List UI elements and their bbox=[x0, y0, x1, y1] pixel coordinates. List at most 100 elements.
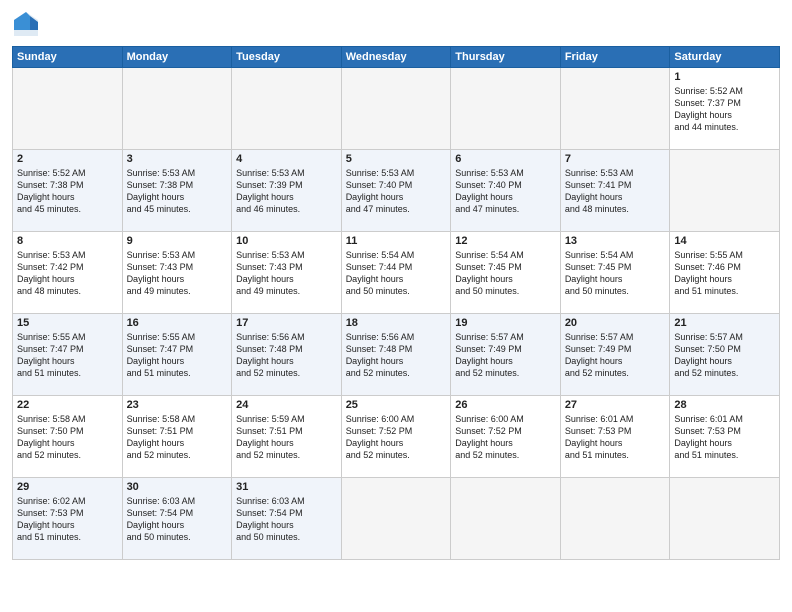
calendar-cell: 9 Sunrise: 5:53 AMSunset: 7:43 PMDayligh… bbox=[122, 232, 232, 314]
calendar-cell: 6 Sunrise: 5:53 AMSunset: 7:40 PMDayligh… bbox=[451, 150, 561, 232]
week-row: 8 Sunrise: 5:53 AMSunset: 7:42 PMDayligh… bbox=[13, 232, 780, 314]
calendar-cell: 4 Sunrise: 5:53 AMSunset: 7:39 PMDayligh… bbox=[232, 150, 342, 232]
day-info: Sunrise: 5:56 AMSunset: 7:48 PMDaylight … bbox=[346, 331, 447, 380]
logo-icon bbox=[12, 10, 40, 38]
col-header-saturday: Saturday bbox=[670, 47, 780, 68]
day-number: 2 bbox=[17, 153, 118, 165]
calendar-cell bbox=[122, 68, 232, 150]
day-info: Sunrise: 5:52 AMSunset: 7:37 PMDaylight … bbox=[674, 85, 775, 134]
day-info: Sunrise: 5:57 AMSunset: 7:49 PMDaylight … bbox=[455, 331, 556, 380]
day-number: 10 bbox=[236, 235, 337, 247]
day-number: 28 bbox=[674, 399, 775, 411]
day-number: 19 bbox=[455, 317, 556, 329]
header-row: SundayMondayTuesdayWednesdayThursdayFrid… bbox=[13, 47, 780, 68]
calendar-cell bbox=[670, 478, 780, 560]
calendar-cell: 25 Sunrise: 6:00 AMSunset: 7:52 PMDaylig… bbox=[341, 396, 451, 478]
calendar-cell bbox=[560, 478, 670, 560]
col-header-sunday: Sunday bbox=[13, 47, 123, 68]
day-info: Sunrise: 6:01 AMSunset: 7:53 PMDaylight … bbox=[674, 413, 775, 462]
calendar-cell: 14 Sunrise: 5:55 AMSunset: 7:46 PMDaylig… bbox=[670, 232, 780, 314]
day-info: Sunrise: 5:54 AMSunset: 7:45 PMDaylight … bbox=[565, 249, 666, 298]
day-info: Sunrise: 5:53 AMSunset: 7:39 PMDaylight … bbox=[236, 167, 337, 216]
col-header-thursday: Thursday bbox=[451, 47, 561, 68]
day-number: 24 bbox=[236, 399, 337, 411]
day-info: Sunrise: 5:53 AMSunset: 7:42 PMDaylight … bbox=[17, 249, 118, 298]
calendar-cell: 1 Sunrise: 5:52 AMSunset: 7:37 PMDayligh… bbox=[670, 68, 780, 150]
day-info: Sunrise: 6:00 AMSunset: 7:52 PMDaylight … bbox=[346, 413, 447, 462]
calendar-cell: 17 Sunrise: 5:56 AMSunset: 7:48 PMDaylig… bbox=[232, 314, 342, 396]
day-info: Sunrise: 5:58 AMSunset: 7:50 PMDaylight … bbox=[17, 413, 118, 462]
calendar-cell: 12 Sunrise: 5:54 AMSunset: 7:45 PMDaylig… bbox=[451, 232, 561, 314]
day-number: 4 bbox=[236, 153, 337, 165]
day-number: 1 bbox=[674, 71, 775, 83]
day-info: Sunrise: 5:52 AMSunset: 7:38 PMDaylight … bbox=[17, 167, 118, 216]
day-info: Sunrise: 5:57 AMSunset: 7:50 PMDaylight … bbox=[674, 331, 775, 380]
day-info: Sunrise: 6:03 AMSunset: 7:54 PMDaylight … bbox=[127, 495, 228, 544]
calendar-cell: 30 Sunrise: 6:03 AMSunset: 7:54 PMDaylig… bbox=[122, 478, 232, 560]
day-info: Sunrise: 5:53 AMSunset: 7:38 PMDaylight … bbox=[127, 167, 228, 216]
day-info: Sunrise: 5:53 AMSunset: 7:41 PMDaylight … bbox=[565, 167, 666, 216]
calendar-cell: 13 Sunrise: 5:54 AMSunset: 7:45 PMDaylig… bbox=[560, 232, 670, 314]
col-header-wednesday: Wednesday bbox=[341, 47, 451, 68]
col-header-friday: Friday bbox=[560, 47, 670, 68]
calendar-cell: 15 Sunrise: 5:55 AMSunset: 7:47 PMDaylig… bbox=[13, 314, 123, 396]
calendar-cell: 2 Sunrise: 5:52 AMSunset: 7:38 PMDayligh… bbox=[13, 150, 123, 232]
day-number: 30 bbox=[127, 481, 228, 493]
calendar-cell bbox=[341, 478, 451, 560]
day-info: Sunrise: 5:55 AMSunset: 7:46 PMDaylight … bbox=[674, 249, 775, 298]
day-number: 22 bbox=[17, 399, 118, 411]
calendar-cell: 27 Sunrise: 6:01 AMSunset: 7:53 PMDaylig… bbox=[560, 396, 670, 478]
calendar-cell bbox=[232, 68, 342, 150]
day-number: 15 bbox=[17, 317, 118, 329]
calendar-cell: 26 Sunrise: 6:00 AMSunset: 7:52 PMDaylig… bbox=[451, 396, 561, 478]
calendar-cell: 21 Sunrise: 5:57 AMSunset: 7:50 PMDaylig… bbox=[670, 314, 780, 396]
week-row: 1 Sunrise: 5:52 AMSunset: 7:37 PMDayligh… bbox=[13, 68, 780, 150]
page-container: SundayMondayTuesdayWednesdayThursdayFrid… bbox=[0, 0, 792, 568]
day-number: 8 bbox=[17, 235, 118, 247]
calendar-cell: 19 Sunrise: 5:57 AMSunset: 7:49 PMDaylig… bbox=[451, 314, 561, 396]
calendar-cell: 23 Sunrise: 5:58 AMSunset: 7:51 PMDaylig… bbox=[122, 396, 232, 478]
week-row: 15 Sunrise: 5:55 AMSunset: 7:47 PMDaylig… bbox=[13, 314, 780, 396]
logo bbox=[12, 10, 44, 38]
day-info: Sunrise: 5:59 AMSunset: 7:51 PMDaylight … bbox=[236, 413, 337, 462]
day-info: Sunrise: 5:54 AMSunset: 7:45 PMDaylight … bbox=[455, 249, 556, 298]
calendar-cell: 18 Sunrise: 5:56 AMSunset: 7:48 PMDaylig… bbox=[341, 314, 451, 396]
calendar-cell bbox=[451, 478, 561, 560]
day-info: Sunrise: 6:00 AMSunset: 7:52 PMDaylight … bbox=[455, 413, 556, 462]
calendar-cell: 11 Sunrise: 5:54 AMSunset: 7:44 PMDaylig… bbox=[341, 232, 451, 314]
day-info: Sunrise: 5:53 AMSunset: 7:40 PMDaylight … bbox=[455, 167, 556, 216]
calendar-cell: 16 Sunrise: 5:55 AMSunset: 7:47 PMDaylig… bbox=[122, 314, 232, 396]
calendar-cell: 29 Sunrise: 6:02 AMSunset: 7:53 PMDaylig… bbox=[13, 478, 123, 560]
week-row: 29 Sunrise: 6:02 AMSunset: 7:53 PMDaylig… bbox=[13, 478, 780, 560]
day-info: Sunrise: 5:53 AMSunset: 7:43 PMDaylight … bbox=[236, 249, 337, 298]
calendar-cell: 20 Sunrise: 5:57 AMSunset: 7:49 PMDaylig… bbox=[560, 314, 670, 396]
day-info: Sunrise: 5:54 AMSunset: 7:44 PMDaylight … bbox=[346, 249, 447, 298]
week-row: 2 Sunrise: 5:52 AMSunset: 7:38 PMDayligh… bbox=[13, 150, 780, 232]
calendar-cell bbox=[560, 68, 670, 150]
day-info: Sunrise: 6:03 AMSunset: 7:54 PMDaylight … bbox=[236, 495, 337, 544]
day-number: 26 bbox=[455, 399, 556, 411]
day-info: Sunrise: 5:55 AMSunset: 7:47 PMDaylight … bbox=[127, 331, 228, 380]
calendar-cell: 5 Sunrise: 5:53 AMSunset: 7:40 PMDayligh… bbox=[341, 150, 451, 232]
day-info: Sunrise: 5:53 AMSunset: 7:40 PMDaylight … bbox=[346, 167, 447, 216]
week-row: 22 Sunrise: 5:58 AMSunset: 7:50 PMDaylig… bbox=[13, 396, 780, 478]
calendar-cell: 8 Sunrise: 5:53 AMSunset: 7:42 PMDayligh… bbox=[13, 232, 123, 314]
calendar-cell bbox=[13, 68, 123, 150]
day-info: Sunrise: 5:57 AMSunset: 7:49 PMDaylight … bbox=[565, 331, 666, 380]
calendar-cell: 10 Sunrise: 5:53 AMSunset: 7:43 PMDaylig… bbox=[232, 232, 342, 314]
calendar-cell: 24 Sunrise: 5:59 AMSunset: 7:51 PMDaylig… bbox=[232, 396, 342, 478]
day-number: 16 bbox=[127, 317, 228, 329]
calendar-cell: 31 Sunrise: 6:03 AMSunset: 7:54 PMDaylig… bbox=[232, 478, 342, 560]
day-number: 20 bbox=[565, 317, 666, 329]
day-number: 23 bbox=[127, 399, 228, 411]
calendar-cell: 28 Sunrise: 6:01 AMSunset: 7:53 PMDaylig… bbox=[670, 396, 780, 478]
day-info: Sunrise: 5:58 AMSunset: 7:51 PMDaylight … bbox=[127, 413, 228, 462]
calendar-cell bbox=[670, 150, 780, 232]
calendar-cell bbox=[451, 68, 561, 150]
calendar-table: SundayMondayTuesdayWednesdayThursdayFrid… bbox=[12, 46, 780, 560]
day-number: 31 bbox=[236, 481, 337, 493]
col-header-monday: Monday bbox=[122, 47, 232, 68]
day-number: 13 bbox=[565, 235, 666, 247]
calendar-cell: 3 Sunrise: 5:53 AMSunset: 7:38 PMDayligh… bbox=[122, 150, 232, 232]
day-number: 18 bbox=[346, 317, 447, 329]
